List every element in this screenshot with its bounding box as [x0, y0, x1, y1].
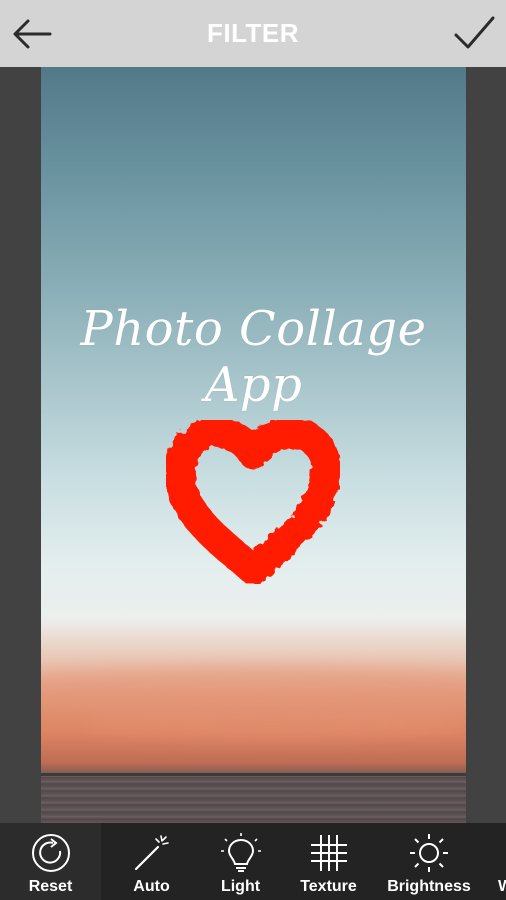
photo-preview[interactable]: Photo Collage App [41, 67, 466, 823]
tool-label-partial: W [498, 878, 506, 895]
checkmark-icon [454, 16, 495, 49]
tool-label-texture: Texture [300, 878, 357, 895]
reset-tool-button[interactable]: Reset [0, 823, 101, 900]
editor-canvas: Photo Collage App [0, 67, 506, 823]
brightness-tool-button[interactable]: Brightness [378, 823, 480, 900]
grid-icon [310, 835, 347, 871]
next-tool-button[interactable]: W [496, 823, 506, 900]
photo-caption-text[interactable]: Photo Collage App [41, 301, 466, 413]
light-tool-button[interactable]: Light [190, 823, 291, 900]
reset-icon [31, 834, 70, 872]
page-title: FILTER [206, 18, 300, 48]
tool-label-reset: Reset [28, 878, 73, 895]
heart-sticker[interactable] [166, 420, 340, 586]
tool-label-auto: Auto [133, 878, 170, 895]
auto-tool-button[interactable]: Auto [101, 823, 202, 900]
sea [41, 777, 466, 823]
horizon-line [41, 773, 466, 776]
texture-tool-button[interactable]: Texture [278, 823, 379, 900]
sunset-cloud [81, 707, 461, 741]
magic-wand-icon [134, 835, 169, 871]
lightbulb-icon [220, 833, 261, 872]
filter-toolbar: Reset Auto Light Texture Brightness W [0, 823, 506, 900]
tool-label-brightness: Brightness [387, 878, 471, 895]
sun-icon [410, 834, 448, 872]
sunset-cloud [41, 667, 466, 701]
tool-label-light: Light [220, 878, 261, 895]
confirm-button[interactable] [452, 12, 496, 54]
top-bar: FILTER [0, 0, 506, 67]
